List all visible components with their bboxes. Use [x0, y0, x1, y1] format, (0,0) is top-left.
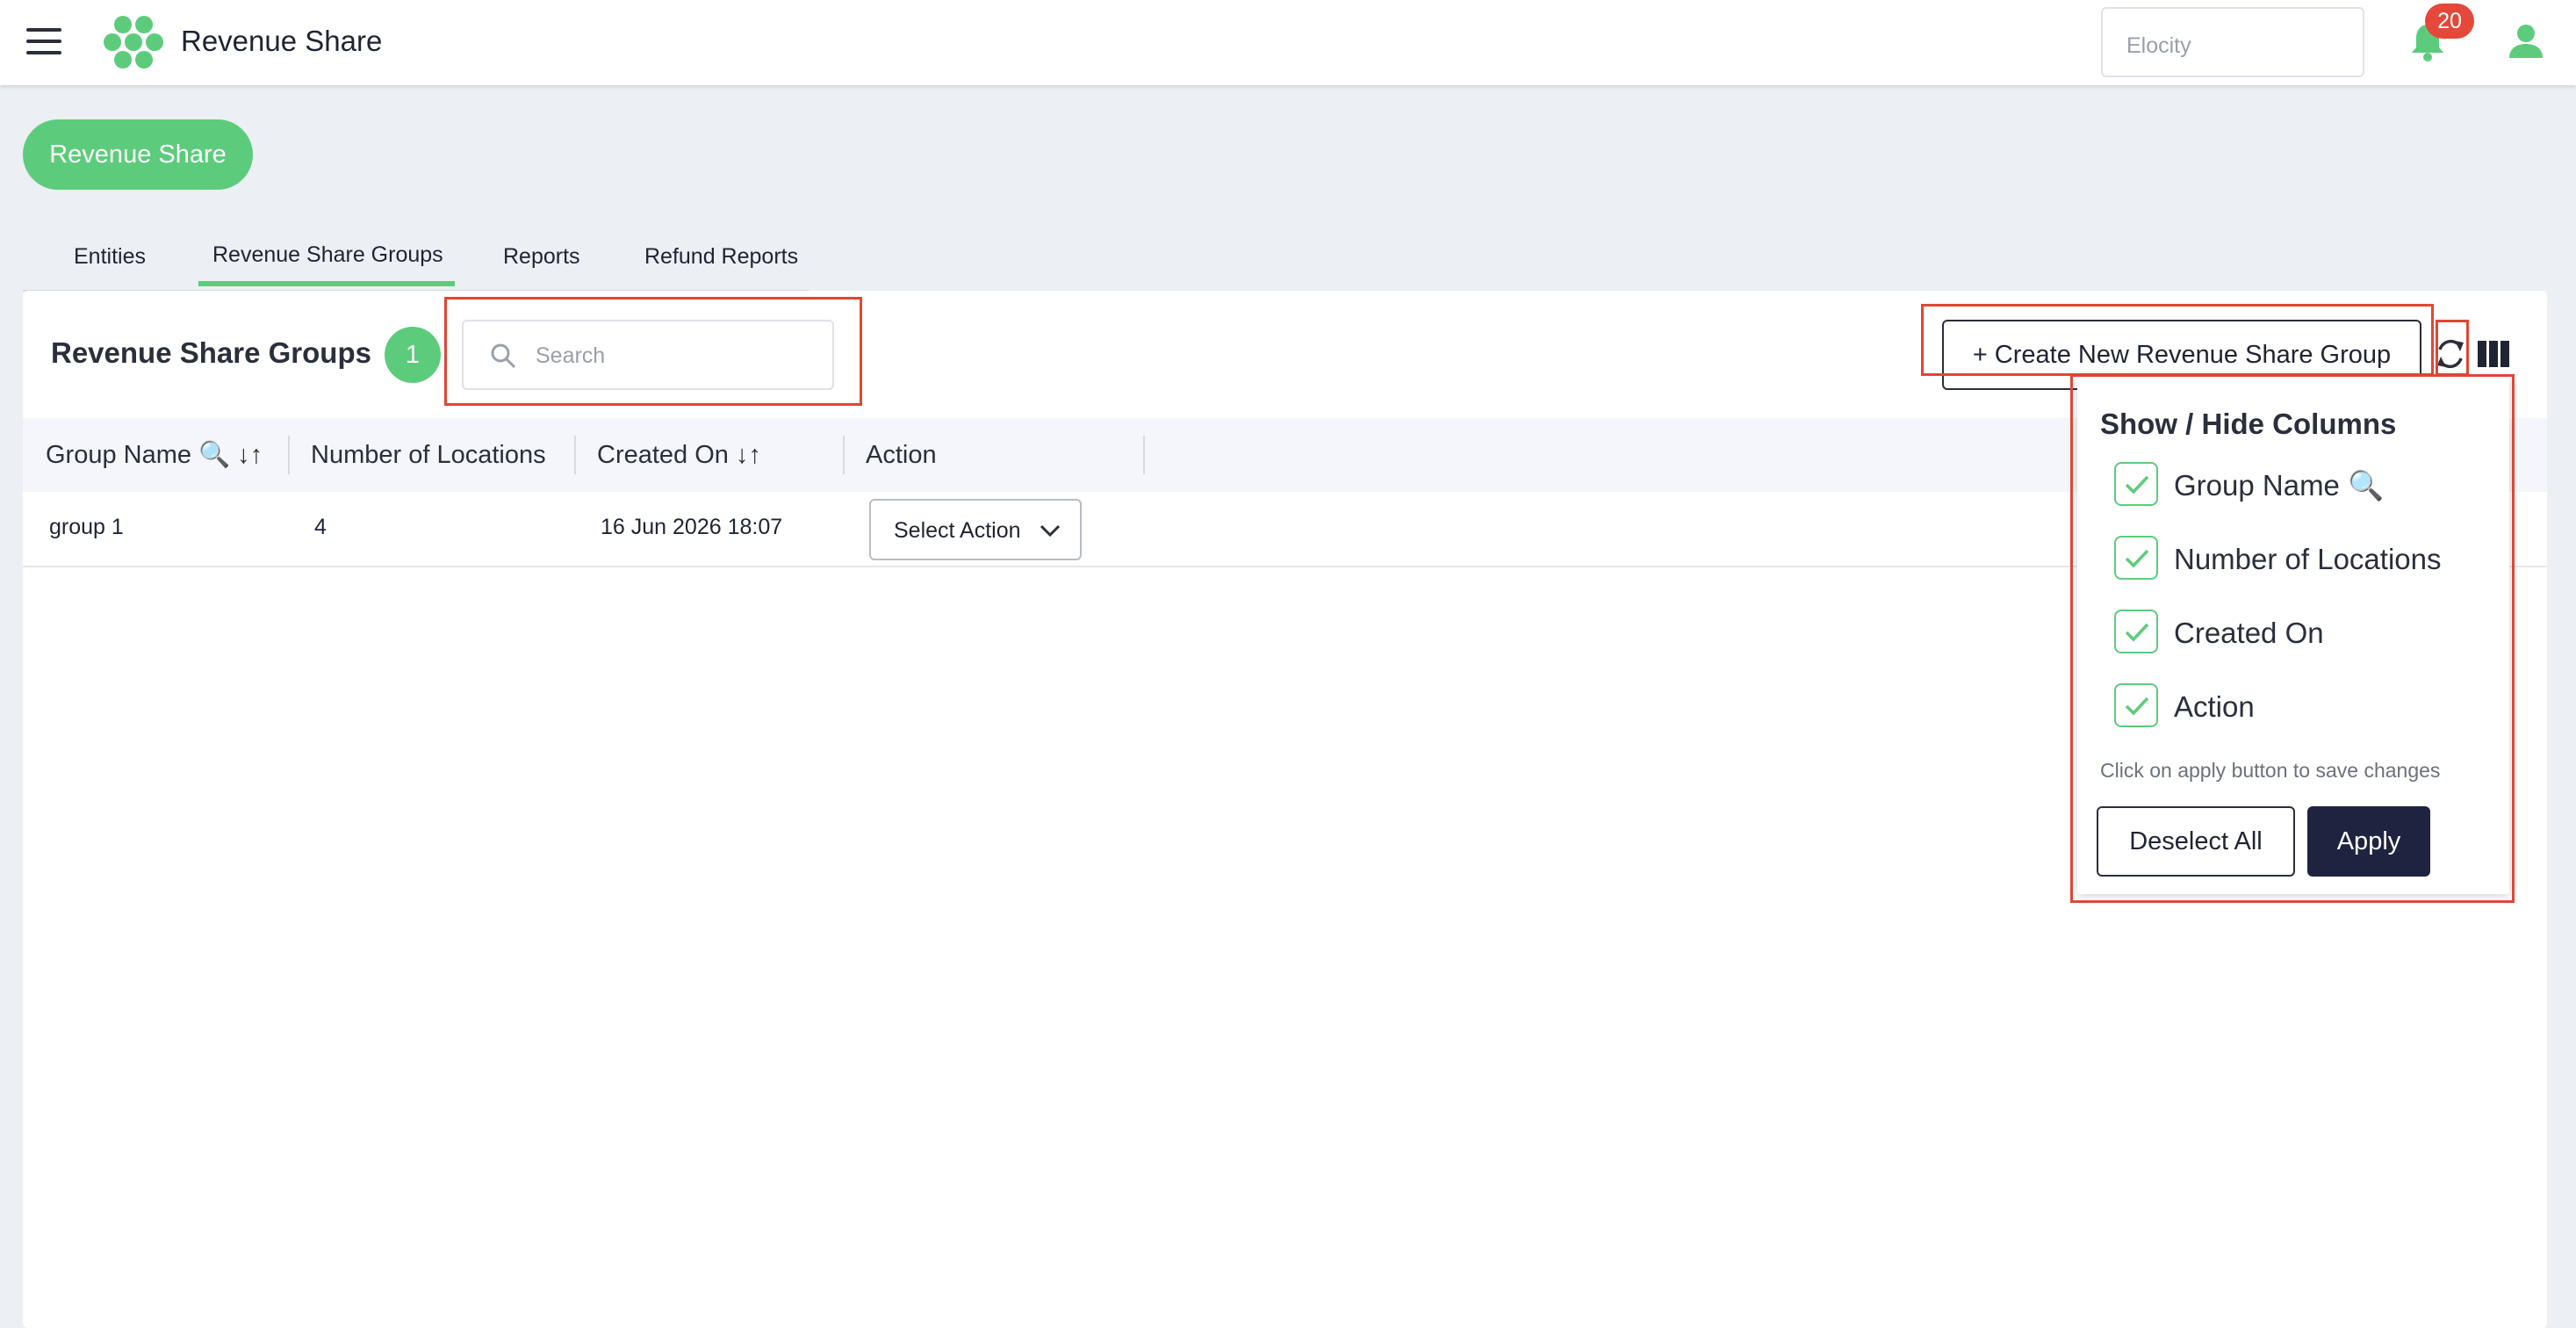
column-header-created-on[interactable]: Created On ↓↑	[597, 418, 761, 492]
check-icon	[2125, 623, 2149, 642]
active-tab-indicator	[198, 281, 455, 286]
column-divider	[574, 436, 576, 474]
notification-badge: 20	[2425, 4, 2474, 39]
cell-locations: 4	[314, 515, 327, 539]
option-label: Number of Locations	[2174, 543, 2442, 575]
search-input[interactable]	[536, 339, 817, 372]
tab-revenue-share-groups[interactable]: Revenue Share Groups	[212, 242, 443, 268]
tab-bar: Entities Revenue Share Groups Reports Re…	[23, 230, 809, 292]
checkbox[interactable]	[2114, 536, 2158, 580]
section-pill[interactable]: Revenue Share	[23, 119, 253, 190]
checkbox[interactable]	[2114, 462, 2158, 506]
columns-icon[interactable]	[2478, 341, 2509, 367]
select-action-dropdown[interactable]: Select Action	[869, 499, 1082, 560]
tab-reports[interactable]: Reports	[503, 244, 580, 270]
logo-icon	[104, 16, 163, 69]
search-icon	[491, 343, 516, 369]
cell-group-name: group 1	[49, 515, 124, 539]
columns-panel: Show / Hide Columns Group Name 🔍 Number …	[2077, 376, 2509, 894]
option-label: Created On	[2174, 617, 2324, 649]
tab-refund-reports[interactable]: Refund Reports	[644, 244, 798, 270]
checkbox[interactable]	[2114, 683, 2158, 727]
option-label: Group Name 🔍	[2174, 469, 2385, 502]
cell-created-on: 16 Jun 2026 18:07	[601, 515, 783, 539]
column-divider	[288, 436, 290, 474]
column-divider	[1143, 436, 1145, 474]
refresh-icon[interactable]	[2434, 336, 2467, 372]
apply-button[interactable]: Apply	[2307, 806, 2430, 877]
page-title: Revenue Share Groups	[51, 336, 371, 369]
column-header-locations[interactable]: Number of Locations	[311, 418, 546, 492]
checkbox[interactable]	[2114, 610, 2158, 653]
select-action-label: Select Action	[894, 518, 1021, 543]
column-header-group-name[interactable]: Group Name 🔍 ↓↑	[46, 418, 263, 492]
column-divider	[843, 436, 845, 474]
org-selector[interactable]: Elocity	[2101, 7, 2364, 77]
menu-icon[interactable]	[26, 28, 61, 54]
panel-title: Show / Hide Columns	[2100, 408, 2397, 440]
deselect-all-button[interactable]: Deselect All	[2097, 806, 2295, 877]
tab-entities[interactable]: Entities	[74, 244, 146, 270]
check-icon	[2125, 549, 2149, 568]
chevron-down-icon	[1040, 524, 1061, 538]
panel-hint: Click on apply button to save changes	[2100, 759, 2441, 782]
count-badge: 1	[385, 327, 441, 383]
top-bar: Revenue Share Elocity 20	[0, 0, 2576, 85]
column-header-action: Action	[866, 441, 937, 469]
user-icon[interactable]	[2508, 23, 2544, 60]
app-title: Revenue Share	[181, 25, 383, 57]
check-icon	[2125, 475, 2149, 494]
search-field[interactable]	[462, 320, 834, 390]
check-icon	[2125, 696, 2149, 716]
option-label: Action	[2174, 690, 2255, 723]
